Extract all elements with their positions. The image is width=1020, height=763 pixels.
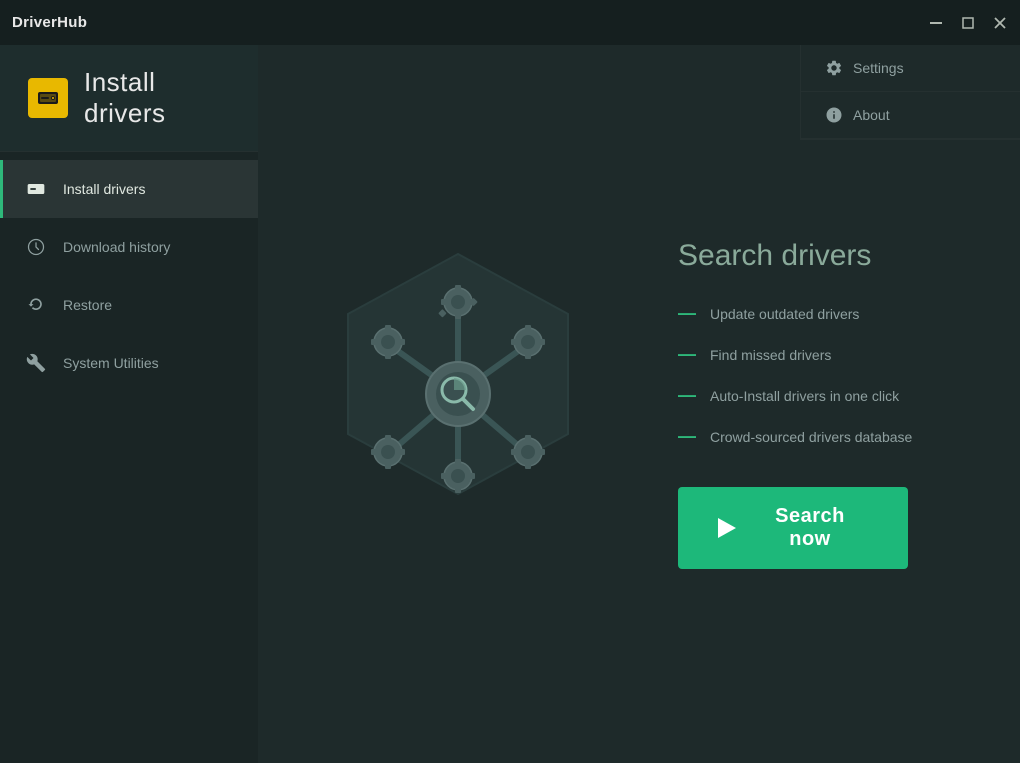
feature-item-2: — Find missed drivers: [678, 344, 980, 365]
sidebar-item-label: Install drivers: [63, 181, 145, 197]
feature-item-4: — Crowd-sourced drivers database: [678, 426, 980, 447]
right-panel: Search drivers — Update outdated drivers…: [658, 239, 980, 569]
install-drivers-icon: [25, 178, 47, 200]
search-now-button[interactable]: Search now: [678, 487, 908, 569]
content-area: Settings About: [258, 45, 1020, 763]
play-icon: [718, 518, 736, 538]
maximize-button[interactable]: [960, 15, 976, 31]
settings-button[interactable]: Settings: [801, 45, 1020, 92]
settings-label: Settings: [853, 60, 904, 76]
main-layout: Install drivers Install drivers: [0, 45, 1020, 763]
feature-item-1: — Update outdated drivers: [678, 303, 980, 324]
feature-text-2: Find missed drivers: [710, 347, 831, 363]
main-content: Search drivers — Update outdated drivers…: [258, 45, 1020, 763]
feature-text-3: Auto-Install drivers in one click: [710, 388, 899, 404]
feature-dash-2: —: [678, 344, 696, 365]
sidebar-item-system-utilities[interactable]: System Utilities: [0, 334, 258, 392]
minimize-button[interactable]: [928, 15, 944, 31]
about-label: About: [853, 107, 890, 123]
search-now-label: Search now: [752, 505, 868, 551]
feature-text-4: Crowd-sourced drivers database: [710, 429, 912, 445]
sidebar-item-restore[interactable]: Restore: [0, 276, 258, 334]
sidebar: Install drivers Install drivers: [0, 45, 258, 763]
gear-icon: [825, 59, 843, 77]
app-title: DriverHub: [12, 14, 87, 31]
info-icon: [825, 106, 843, 124]
download-history-icon: [25, 236, 47, 258]
sidebar-item-label: Download history: [63, 239, 170, 255]
window-controls: [928, 15, 1008, 31]
app-logo-icon: [28, 78, 68, 118]
sidebar-item-label: System Utilities: [63, 355, 159, 371]
feature-dash-1: —: [678, 303, 696, 324]
sidebar-item-download-history[interactable]: Download history: [0, 218, 258, 276]
about-button[interactable]: About: [801, 92, 1020, 139]
page-title: Install drivers: [84, 67, 230, 129]
driver-illustration: [298, 214, 618, 594]
feature-text-1: Update outdated drivers: [710, 306, 859, 322]
restore-icon: [25, 294, 47, 316]
sidebar-item-label: Restore: [63, 297, 112, 313]
search-drivers-heading: Search drivers: [678, 239, 980, 273]
feature-dash-4: —: [678, 426, 696, 447]
nav-items: Install drivers Download history Re: [0, 152, 258, 392]
close-button[interactable]: [992, 15, 1008, 31]
system-utilities-icon: [25, 352, 47, 374]
sidebar-item-install-drivers[interactable]: Install drivers: [0, 160, 258, 218]
header-area: Install drivers: [0, 45, 258, 152]
titlebar: DriverHub: [0, 0, 1020, 45]
feature-dash-3: —: [678, 385, 696, 406]
top-actions: Settings About: [800, 45, 1020, 140]
feature-item-3: — Auto-Install drivers in one click: [678, 385, 980, 406]
